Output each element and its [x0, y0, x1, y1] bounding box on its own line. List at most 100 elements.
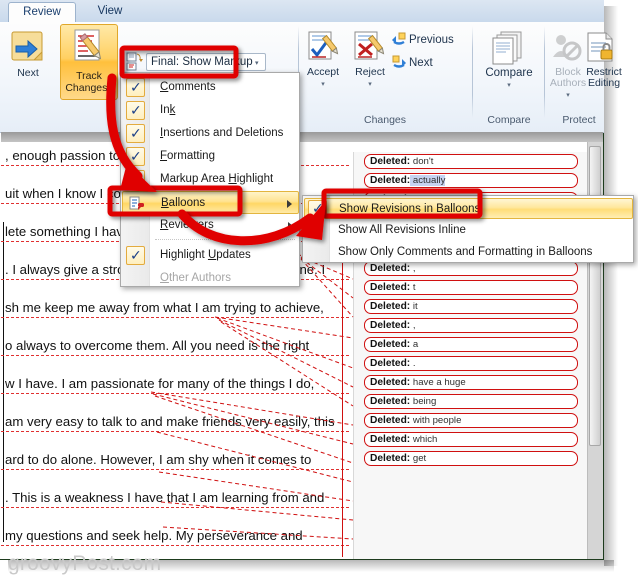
revision-underline — [1, 431, 349, 432]
balloon-text: t — [410, 282, 415, 293]
group-separator-2 — [472, 26, 473, 118]
menu-item-formatting[interactable]: Formatting — [122, 145, 299, 168]
submenu-item-show-revisions-in-balloons[interactable]: Show Revisions in Balloons — [304, 198, 633, 219]
menu-item-highlight-updates[interactable]: Highlight Updates — [122, 244, 299, 267]
window-shadow-right — [604, 6, 618, 566]
balloon-label: Deleted: — [370, 156, 410, 167]
balloon-label: Deleted: — [370, 301, 410, 312]
compare-button[interactable]: Compare ▾ — [480, 68, 538, 91]
deleted-balloon[interactable]: Deleted: being — [364, 394, 578, 409]
submenu-item-show-all-revisions-inline[interactable]: Show All Revisions Inline — [304, 220, 633, 241]
balloon-label: Deleted: — [370, 282, 410, 293]
balloon-label: Deleted: — [370, 396, 410, 407]
balloon-label: Deleted: — [370, 434, 410, 445]
balloon-text: have a huge — [410, 377, 465, 388]
menu-item-label: Other Authors — [160, 272, 231, 284]
menu-item-label: Balloons — [161, 197, 205, 209]
deleted-balloon[interactable]: Deleted: it — [364, 299, 578, 314]
submenu-item-label: Show Revisions in Balloons — [339, 203, 480, 215]
watermark: groovyPost.com — [8, 552, 161, 576]
document-line: my questions and seek help. My persevera… — [5, 528, 303, 543]
balloon-text: which — [410, 434, 437, 445]
deleted-balloon[interactable]: Deleted: , — [364, 261, 578, 276]
balloon-text: , — [410, 320, 415, 331]
deleted-balloon[interactable]: Deleted: which — [364, 432, 578, 447]
accept-button[interactable]: Accept ▾ — [300, 67, 346, 90]
next-button[interactable]: Next — [6, 68, 50, 79]
checkmark-icon — [126, 170, 145, 189]
deleted-balloon[interactable]: Deleted: a — [364, 337, 578, 352]
document-line: lete something I hav — [5, 224, 123, 239]
tab-review[interactable]: Review — [8, 2, 76, 23]
group-label-protect: Protect — [544, 114, 614, 126]
balloon-text: actually — [410, 175, 445, 186]
previous-button[interactable]: Previous — [409, 35, 469, 46]
balloon-label: Deleted: — [370, 453, 410, 464]
menu-separator — [155, 239, 295, 241]
document-line: am very easy to talk to and make friends… — [5, 414, 335, 429]
revision-underline — [1, 393, 349, 394]
deleted-balloon[interactable]: Deleted: actually — [364, 173, 578, 188]
tab-view[interactable]: View — [80, 2, 140, 22]
balloon-text: don't — [410, 156, 433, 167]
deleted-balloon[interactable]: Deleted: have a huge — [364, 375, 578, 390]
checkmark-icon — [126, 124, 145, 143]
next-change-arrow-icon — [391, 55, 407, 71]
accept-change-icon — [306, 30, 340, 64]
submenu-arrow-icon — [287, 200, 292, 208]
restrict-editing-button[interactable]: Restrict Editing — [580, 67, 628, 89]
changed-line-bar — [3, 222, 4, 542]
balloon-label: Deleted: — [370, 263, 410, 274]
balloon-text: with people — [410, 415, 461, 426]
balloon-text: get — [410, 453, 426, 464]
next-change-button[interactable]: Next — [409, 58, 469, 69]
menu-item-other-authors: Other Authors — [122, 267, 299, 290]
balloons-icon — [129, 196, 145, 211]
display-for-review-caret-icon[interactable]: ▾ — [255, 59, 259, 67]
revision-underline — [1, 545, 349, 546]
menu-item-markup-area-highlight[interactable]: Markup Area Highlight — [122, 168, 299, 191]
checkmark-icon — [126, 147, 145, 166]
deleted-balloon[interactable]: Deleted: t — [364, 280, 578, 295]
menu-item-insertions-and-deletions[interactable]: Insertions and Deletions — [122, 122, 299, 145]
document-line: sh me keep me away from what I am trying… — [5, 300, 324, 315]
deleted-balloon[interactable]: Deleted: get — [364, 451, 578, 466]
balloon-label: Deleted: — [370, 320, 410, 331]
menu-item-reviewers[interactable]: Reviewers — [122, 214, 299, 237]
revision-underline — [1, 355, 349, 356]
block-authors-icon — [550, 32, 582, 64]
ribbon: Next — [0, 22, 604, 133]
deleted-balloon[interactable]: Deleted: . — [364, 356, 578, 371]
balloon-margin-line — [342, 212, 343, 557]
submenu-item-label: Show All Revisions Inline — [338, 224, 466, 236]
submenu-arrow-icon — [288, 222, 293, 230]
balloons-submenu: Show Revisions in Balloons Show All Revis… — [302, 195, 634, 263]
document-line: , enough passion to — [5, 148, 120, 163]
reject-button[interactable]: Reject ▾ — [348, 67, 392, 90]
balloon-text: a — [410, 339, 418, 350]
deleted-balloon[interactable]: Deleted: don't — [364, 154, 578, 169]
balloon-label: Deleted: — [370, 377, 410, 388]
track-changes-icon — [72, 28, 108, 64]
balloon-text: . — [410, 358, 415, 369]
display-for-review-combo[interactable]: Final: Show Markup — [146, 53, 266, 71]
checkmark-icon — [308, 200, 327, 219]
revision-underline — [1, 507, 349, 508]
submenu-item-show-only-comments-and-formatting-in-balloons[interactable]: Show Only Comments and Formatting in Bal… — [304, 242, 633, 263]
next-change-icon — [6, 28, 50, 66]
display-review-icon — [126, 52, 144, 71]
document-line: o always to overcome them. All you need … — [5, 338, 309, 353]
track-changes-label: Track Changes▾ — [60, 70, 118, 94]
deleted-balloon[interactable]: Deleted: , — [364, 318, 578, 333]
balloon-label: Deleted: — [370, 175, 410, 186]
group-label-compare: Compare — [480, 114, 538, 126]
balloon-text: it — [410, 301, 417, 312]
screenshot-root: Review View Next — [0, 0, 638, 576]
vertical-scrollbar-thumb[interactable] — [589, 146, 601, 446]
menu-item-comments[interactable]: Comments — [122, 76, 299, 99]
deleted-balloon[interactable]: Deleted: with people — [364, 413, 578, 428]
balloon-label: Deleted: — [370, 415, 410, 426]
menu-item-ink[interactable]: Ink — [122, 99, 299, 122]
document-top-shadow — [1, 132, 603, 142]
menu-item-balloons[interactable]: Balloons — [122, 191, 299, 214]
